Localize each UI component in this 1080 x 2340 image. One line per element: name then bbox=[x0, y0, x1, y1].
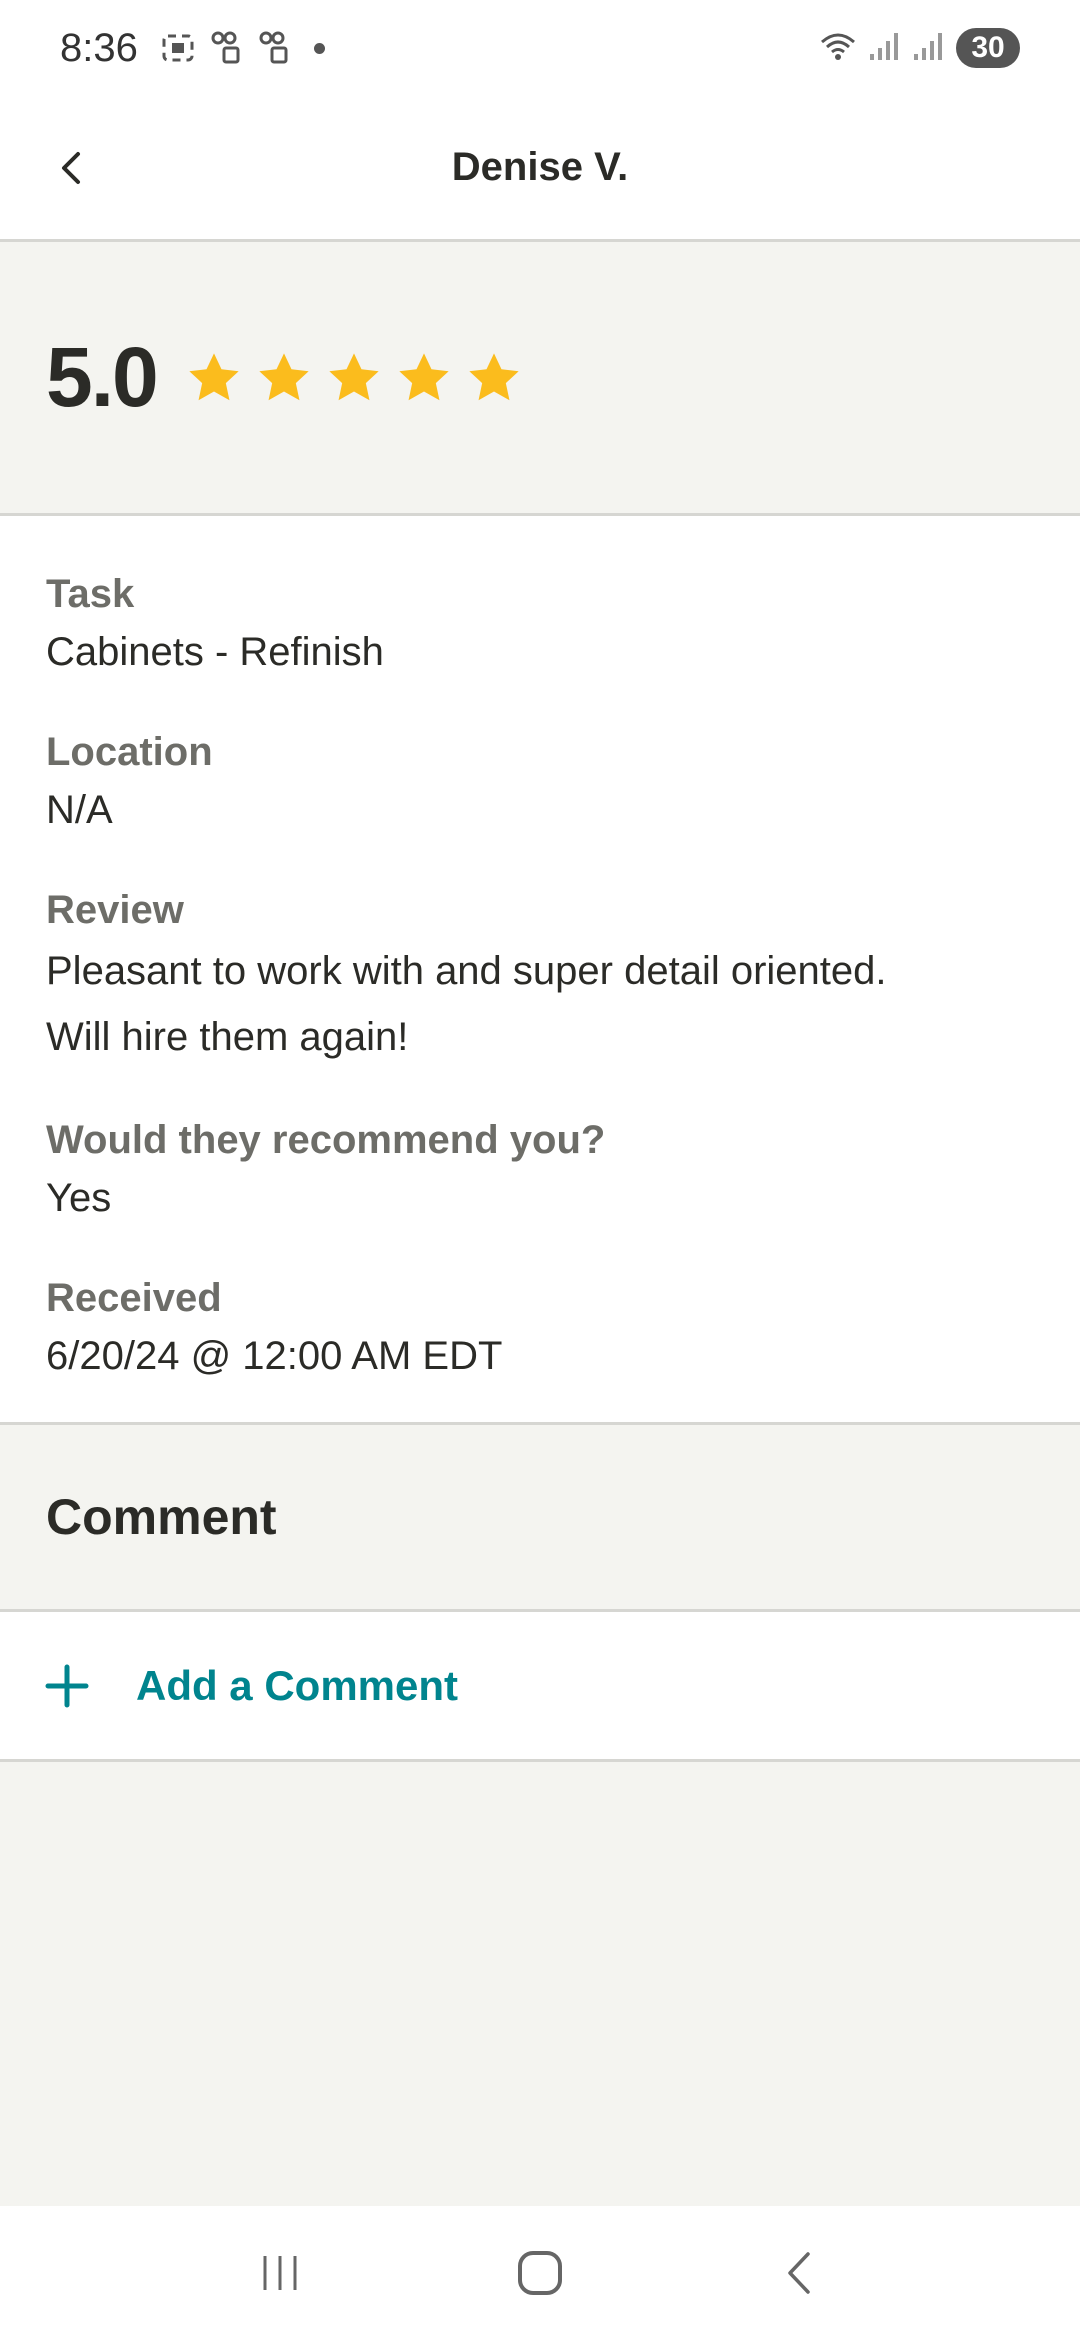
signal-icon bbox=[912, 28, 946, 69]
received-field: Received 6/20/24 @ 12:00 AM EDT bbox=[46, 1270, 1034, 1386]
location-label: Location bbox=[46, 730, 213, 774]
location-value: N/A bbox=[46, 788, 113, 832]
recent-apps-button[interactable] bbox=[240, 2233, 320, 2313]
location-field: Location N/A bbox=[46, 724, 1034, 840]
home-icon bbox=[518, 2251, 562, 2295]
task-value: Cabinets - Refinish bbox=[46, 630, 384, 674]
recommend-label: Would they recommend you? bbox=[46, 1118, 606, 1162]
app-header: Denise V. bbox=[0, 96, 1080, 242]
system-back-button[interactable] bbox=[760, 2233, 840, 2313]
star-icon bbox=[395, 349, 453, 407]
recommend-value: Yes bbox=[46, 1176, 112, 1220]
notification-dot bbox=[313, 42, 325, 54]
review-details: Task Cabinets - Refinish Location N/A Re… bbox=[0, 516, 1080, 1425]
back-button[interactable] bbox=[40, 136, 104, 200]
review-label: Review bbox=[46, 888, 184, 932]
battery-icon: 30 bbox=[956, 28, 1020, 68]
vpn-key-icon bbox=[210, 30, 244, 66]
rating-value: 5.0 bbox=[46, 330, 159, 424]
star-icon bbox=[255, 349, 313, 407]
back-icon bbox=[788, 2252, 810, 2294]
chevron-left-icon bbox=[62, 152, 80, 184]
task-label: Task bbox=[46, 572, 135, 616]
recommend-field: Would they recommend you? Yes bbox=[46, 1112, 1034, 1228]
page-title: Denise V. bbox=[451, 145, 629, 189]
add-comment-button[interactable]: Add a Comment bbox=[0, 1612, 1080, 1762]
comment-section-header: Comment bbox=[0, 1425, 1080, 1612]
review-field: Review Pleasant to work with and super d… bbox=[46, 882, 1034, 1070]
review-text-line-1: Pleasant to work with and super detail o… bbox=[46, 949, 887, 993]
task-field: Task Cabinets - Refinish bbox=[46, 566, 1034, 682]
star-icon bbox=[325, 349, 383, 407]
screenshot-icon bbox=[160, 30, 196, 66]
status-bar: 8:36 30 bbox=[0, 0, 1080, 96]
add-comment-label: Add a Comment bbox=[136, 1661, 459, 1709]
status-time: 8:36 bbox=[60, 25, 138, 70]
star-icon bbox=[185, 349, 243, 407]
star-icon bbox=[465, 349, 523, 407]
wifi-icon bbox=[818, 28, 858, 69]
plus-icon bbox=[45, 1664, 89, 1707]
system-nav-bar bbox=[0, 2206, 1080, 2340]
received-value: 6/20/24 @ 12:00 AM EDT bbox=[46, 1334, 503, 1378]
received-label: Received bbox=[46, 1276, 222, 1320]
rating-summary: 5.0 bbox=[0, 242, 1080, 516]
star-rating bbox=[185, 349, 523, 407]
review-text-line-2: Will hire them again! bbox=[46, 1015, 409, 1059]
vpn-key-icon bbox=[258, 30, 292, 66]
signal-icon bbox=[868, 28, 902, 69]
recent-apps-icon bbox=[263, 2256, 297, 2290]
status-icons-right: 30 bbox=[818, 28, 1020, 69]
home-button[interactable] bbox=[500, 2233, 580, 2313]
comment-title: Comment bbox=[46, 1489, 277, 1545]
status-icons-left bbox=[160, 30, 325, 66]
